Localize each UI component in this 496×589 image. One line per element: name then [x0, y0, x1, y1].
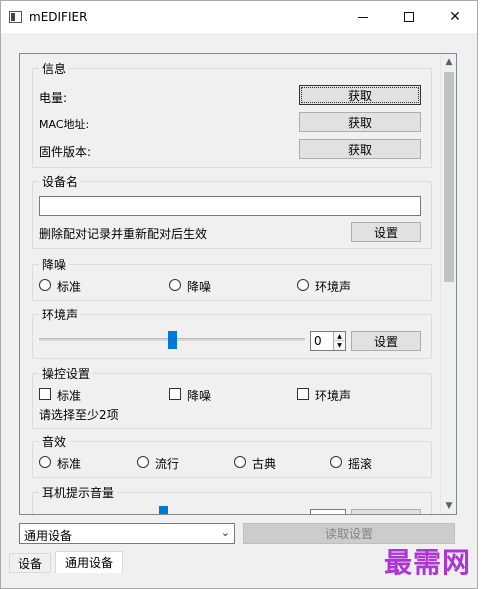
tab-device[interactable]: 设备 [9, 553, 51, 573]
noise-option-anc: 降噪 [187, 280, 212, 294]
device-name-group: 设备名 删除配对记录并重新配对后生效 设置 [32, 173, 432, 249]
device-name-input[interactable] [39, 196, 421, 216]
title-bar[interactable]: mEDIFIER ✕ [1, 1, 477, 33]
set-ambient-button[interactable]: 设置 [351, 331, 421, 351]
sound-option-pop: 流行 [155, 457, 180, 471]
ambient-level-value: 0 [314, 334, 322, 348]
minimize-icon [358, 16, 368, 18]
sound-option-rock: 摇滚 [348, 457, 373, 471]
control-hint: 请选择至少2项 [39, 408, 119, 422]
sound-radio-standard[interactable] [39, 456, 51, 468]
set-prompt-volume-button[interactable]: 设置 [351, 509, 421, 514]
get-firmware-button[interactable]: 获取 [299, 139, 421, 159]
info-group-title: 信息 [39, 60, 70, 77]
control-group: 操控设置 标准 降噪 环境声 请选择至少2项 [32, 365, 432, 429]
scroll-up-icon[interactable]: ▲ [441, 54, 456, 70]
device-type-select[interactable]: 通用设备 ⌄ [19, 523, 235, 544]
tab-general-device[interactable]: 通用设备 [55, 551, 123, 573]
info-group: 信息 电量: 获取 MAC地址: 获取 固件版本: 获取 [32, 60, 432, 168]
get-battery-button[interactable]: 获取 [299, 85, 421, 105]
noise-option-ambient: 环境声 [315, 280, 352, 294]
spin-up-icon[interactable]: ▲ [333, 332, 345, 341]
prompt-volume-group-title: 耳机提示音量 [39, 484, 118, 501]
control-check-ambient[interactable] [297, 388, 309, 400]
noise-group: 降噪 标准 降噪 环境声 [32, 256, 432, 301]
get-mac-button[interactable]: 获取 [299, 112, 421, 132]
noise-radio-standard[interactable] [39, 279, 51, 291]
set-device-name-button[interactable]: 设置 [351, 222, 421, 242]
control-check-standard[interactable] [39, 388, 51, 400]
ambient-level-spinbox[interactable]: 0 ▲ ▼ [310, 331, 346, 351]
minimize-button[interactable] [341, 1, 385, 33]
control-option-standard: 标准 [57, 389, 82, 403]
maximize-button[interactable] [387, 1, 431, 33]
prompt-volume-slider-handle[interactable] [159, 506, 168, 514]
battery-label: 电量: [39, 91, 68, 105]
maximize-icon [404, 12, 414, 22]
device-name-group-title: 设备名 [39, 173, 82, 190]
control-option-anc: 降噪 [187, 389, 212, 403]
firmware-label: 固件版本: [39, 145, 92, 159]
close-icon: ✕ [449, 9, 461, 25]
sound-option-classical: 古典 [252, 457, 277, 471]
mac-label: MAC地址: [39, 118, 90, 131]
control-check-anc[interactable] [169, 388, 181, 400]
control-group-title: 操控设置 [39, 365, 94, 382]
ambient-slider-handle[interactable] [167, 331, 177, 349]
spin-down-icon[interactable]: ▼ [333, 341, 345, 350]
sound-group: 音效 标准 流行 古典 摇滚 [32, 433, 432, 478]
control-option-ambient: 环境声 [315, 389, 352, 403]
app-icon [9, 11, 22, 23]
chevron-down-icon: ⌄ [220, 526, 230, 539]
close-button[interactable]: ✕ [433, 1, 477, 33]
vertical-scrollbar[interactable]: ▲ ▼ [440, 54, 456, 514]
sound-radio-rock[interactable] [330, 456, 342, 468]
scroll-down-icon[interactable]: ▼ [441, 498, 456, 514]
settings-scroll-area[interactable]: 信息 电量: 获取 MAC地址: 获取 固件版本: 获取 设备名 删除配对记录并… [19, 53, 457, 515]
sound-option-standard: 标准 [57, 457, 82, 471]
device-name-hint: 删除配对记录并重新配对后生效 [39, 227, 208, 241]
ambient-group-title: 环境声 [39, 306, 82, 323]
noise-radio-anc[interactable] [169, 279, 181, 291]
sound-group-title: 音效 [39, 433, 70, 450]
scrollbar-thumb[interactable] [444, 72, 454, 282]
main-window: mEDIFIER ✕ 信息 电量: 获取 MAC地址: 获取 固件版本: 获取 … [0, 0, 478, 589]
sound-radio-pop[interactable] [137, 456, 149, 468]
noise-option-standard: 标准 [57, 280, 82, 294]
prompt-volume-spinbox[interactable] [310, 509, 346, 514]
noise-group-title: 降噪 [39, 256, 70, 273]
sound-radio-classical[interactable] [234, 456, 246, 468]
device-type-value: 通用设备 [24, 529, 73, 543]
window-title: mEDIFIER [29, 10, 88, 24]
ambient-group: 环境声 0 ▲ ▼ 设置 [32, 306, 432, 359]
watermark-logo: 最需网 [384, 546, 472, 579]
noise-radio-ambient[interactable] [297, 279, 309, 291]
prompt-volume-group: 耳机提示音量 设置 [32, 484, 432, 514]
